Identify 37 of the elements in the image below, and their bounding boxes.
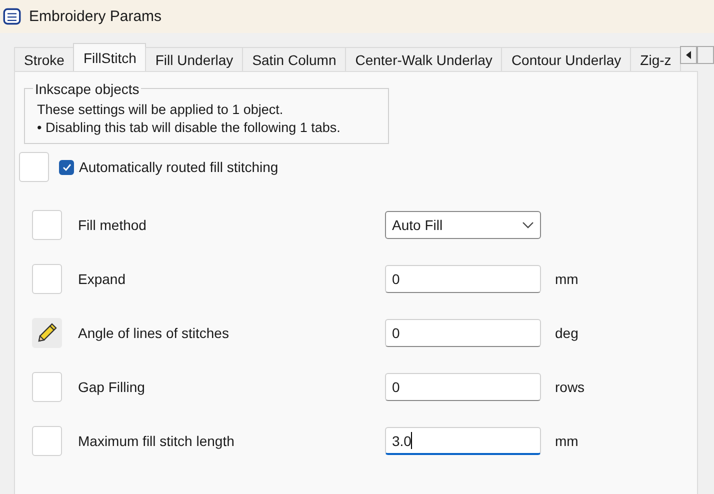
chevron-down-icon — [522, 221, 534, 229]
param-label: Gap Filling — [78, 379, 146, 395]
tab[interactable]: Stroke — [14, 47, 74, 71]
tab[interactable]: Zig-z — [630, 47, 682, 71]
tab[interactable]: FillStitch — [73, 43, 146, 71]
unit-label: rows — [555, 379, 585, 395]
info-text: • Disabling this tab will disable the following 1 tabs. — [37, 119, 342, 137]
edited-toggle-button[interactable] — [32, 318, 62, 348]
input-field[interactable]: 0 — [385, 319, 541, 347]
checkbox-label: Automatically routed fill stitching — [79, 159, 278, 175]
pencil-icon — [35, 321, 59, 345]
toggle-button[interactable] — [19, 152, 49, 182]
input-field[interactable]: 3.0 — [385, 427, 541, 455]
toggle-button[interactable] — [32, 372, 62, 402]
input-field[interactable]: 0 — [385, 265, 541, 293]
window-title: Embroidery Params — [29, 8, 162, 25]
unit-label: mm — [555, 433, 578, 449]
tab[interactable]: Contour Underlay — [501, 47, 632, 71]
tab[interactable]: Center-Walk Underlay — [345, 47, 502, 71]
dropdown[interactable]: Auto Fill — [385, 211, 541, 239]
unit-label: mm — [555, 271, 578, 287]
caret-left-icon — [686, 51, 692, 59]
param-label: Angle of lines of stitches — [78, 325, 230, 341]
group-title: Inkscape objects — [33, 81, 142, 97]
input-field[interactable]: 0 — [385, 373, 541, 401]
info-text: These settings will be applied to 1 object. — [37, 101, 284, 119]
tab[interactable]: Fill Underlay — [145, 47, 244, 71]
param-label: Maximum fill stitch length — [78, 433, 236, 449]
unit-label: deg — [555, 325, 578, 341]
scroll-left-button[interactable] — [680, 46, 697, 64]
param-label: Fill method — [78, 217, 148, 233]
app-icon — [3, 8, 21, 26]
param-label: Expand — [78, 271, 126, 287]
toggle-button[interactable] — [32, 210, 62, 240]
toggle-button[interactable] — [32, 426, 62, 456]
toggle-button[interactable] — [32, 264, 62, 294]
checkbox[interactable] — [59, 160, 74, 174]
